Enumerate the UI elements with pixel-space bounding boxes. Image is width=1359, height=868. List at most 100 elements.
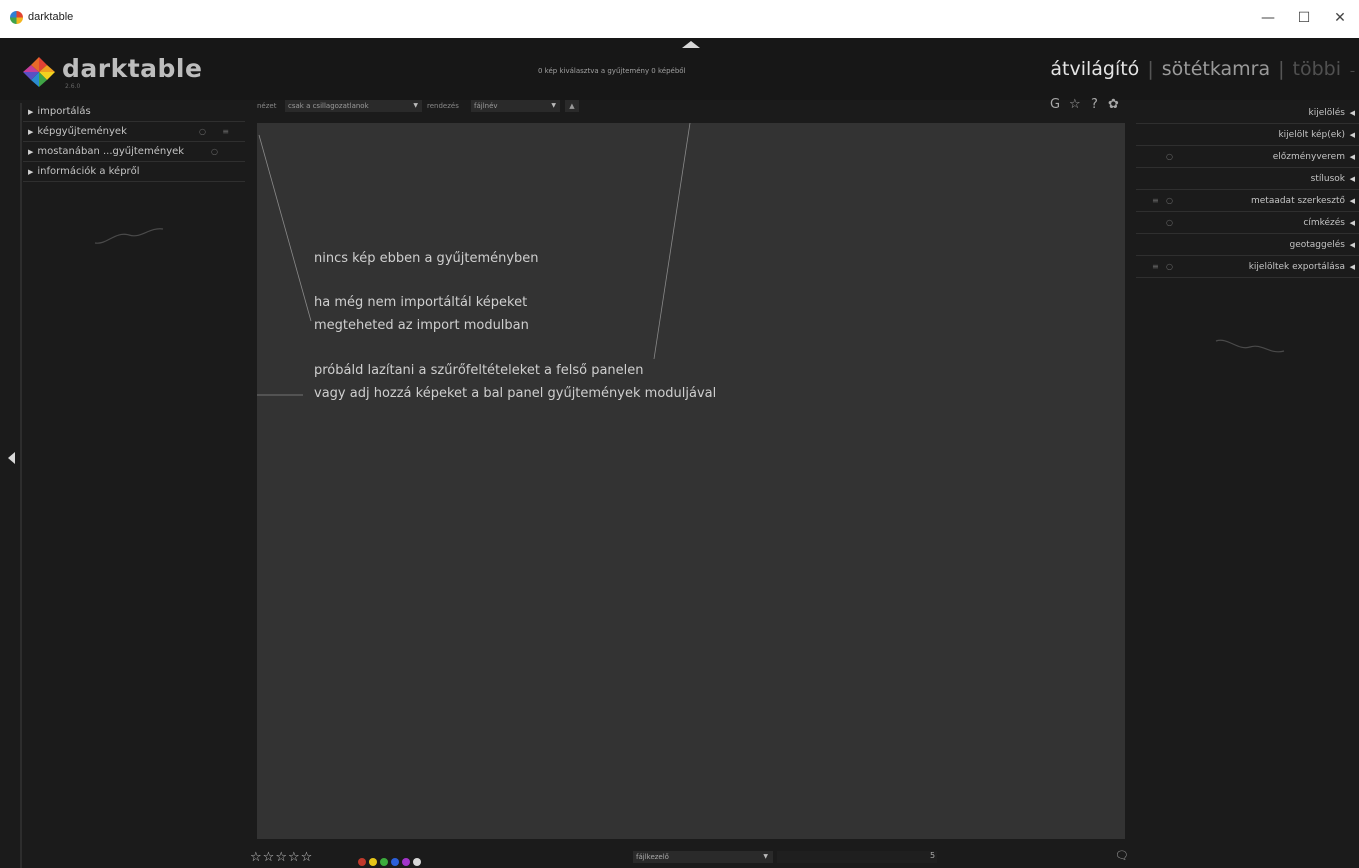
preferences-icon[interactable]: ✿ — [1108, 97, 1119, 112]
module-history-stack[interactable]: ○ előzményverem ◀ — [1136, 146, 1359, 168]
module-label: importálás — [37, 106, 91, 117]
sort-direction-button[interactable]: ▲ — [565, 100, 579, 112]
module-label: metaadat szerkesztő — [1250, 196, 1345, 206]
filter-toolbar: nézet csak a csillagozatlanok ▼ rendezés… — [255, 98, 1125, 116]
module-geotagging[interactable]: geotaggelés ◀ — [1136, 234, 1359, 256]
panel-end-flourish-icon — [1215, 339, 1285, 353]
color-label-dot[interactable] — [391, 858, 399, 866]
module-label: mostanában ...gyűjtemények — [37, 146, 185, 157]
presets-icon[interactable]: ≡ — [222, 122, 229, 142]
collection-count-label: 0 kép kiválasztva a gyűjtemény 0 képéből — [538, 67, 686, 75]
sort-combo[interactable]: fájlnév ▼ — [471, 100, 560, 112]
module-label: címkézés — [1303, 218, 1345, 228]
minimize-button[interactable]: — — [1250, 6, 1286, 30]
module-tagging[interactable]: ○ címkézés ◀ — [1136, 212, 1359, 234]
module-select[interactable]: kijelölés ◀ — [1136, 102, 1359, 124]
darktable-logo-icon — [23, 57, 55, 87]
module-export-selected[interactable]: ≡ ○ kijelöltek exportálása ◀ — [1136, 256, 1359, 278]
module-label: előzményverem — [1272, 152, 1345, 162]
view-darkroom[interactable]: sötétkamra — [1162, 58, 1270, 80]
expand-triangle-icon: ◀ — [1349, 241, 1355, 249]
color-label-dot[interactable] — [380, 858, 388, 866]
expand-triangle-icon: ◀ — [1349, 197, 1355, 205]
right-header-dash-icon[interactable]: – — [1350, 66, 1355, 77]
expand-triangle-icon: ▶ — [28, 128, 34, 136]
star-rating[interactable]: ☆☆☆☆☆ — [250, 850, 313, 865]
presets-icon[interactable]: ≡ — [1152, 256, 1159, 278]
star-icon[interactable]: ☆ — [301, 850, 314, 865]
lighttable-center: nincs kép ebben a gyűjteményben ha még n… — [257, 123, 1125, 839]
expand-triangle-icon: ▶ — [28, 108, 34, 116]
expand-triangle-icon: ▶ — [28, 148, 34, 156]
expand-triangle-icon: ◀ — [1349, 175, 1355, 183]
reset-icon[interactable]: ○ — [199, 122, 206, 142]
darktable-app-icon — [10, 11, 23, 24]
module-label: információk a képről — [37, 166, 140, 177]
bottom-toolbar: ☆☆☆☆☆ fájlkezelő ▼ 5 🗨 — [250, 846, 1130, 868]
layout-value: fájlkezelő — [636, 853, 669, 861]
panel-end-flourish-icon — [94, 228, 164, 244]
window-titlebar: darktable — ☐ ✕ — [0, 0, 1359, 38]
collapse-top-panel-icon[interactable] — [682, 41, 700, 48]
expand-triangle-icon: ◀ — [1349, 131, 1355, 139]
layout-combo[interactable]: fájlkezelő ▼ — [633, 851, 773, 863]
expand-triangle-icon: ◀ — [1349, 263, 1355, 271]
dropdown-arrow-icon: ▼ — [413, 102, 418, 109]
help-icon[interactable]: ? — [1091, 97, 1098, 112]
star-icon[interactable]: ☆ — [275, 850, 288, 865]
module-metadata-editor[interactable]: ≡ ○ metaadat szerkesztő ◀ — [1136, 190, 1359, 212]
reset-icon[interactable]: ○ — [1166, 256, 1173, 278]
module-recent-collections[interactable]: ▶ mostanában ...gyűjtemények ○ — [23, 142, 245, 162]
overlay-star-icon[interactable]: ☆ — [1069, 97, 1081, 112]
sort-label: rendezés — [427, 102, 459, 110]
maximize-button[interactable]: ☐ — [1286, 6, 1322, 30]
star-icon[interactable]: ☆ — [288, 850, 301, 865]
reset-icon[interactable]: ○ — [1166, 146, 1173, 168]
color-label-dot[interactable] — [358, 858, 366, 866]
filter-hint-line2: vagy adj hozzá képeket a bal panel gyűjt… — [314, 386, 717, 401]
sort-value: fájlnév — [474, 102, 498, 110]
color-label-dot[interactable] — [402, 858, 410, 866]
reset-icon[interactable]: ○ — [1166, 212, 1173, 234]
left-panel-edge — [20, 103, 22, 868]
module-collections[interactable]: ▶ képgyűjtemények ○ ≡ — [23, 122, 245, 142]
color-labels — [358, 851, 424, 868]
expand-triangle-icon: ◀ — [1349, 109, 1355, 117]
zoom-field[interactable] — [777, 851, 937, 863]
star-icon[interactable]: ☆ — [263, 850, 276, 865]
collapse-left-panel-icon[interactable] — [8, 452, 15, 464]
module-styles[interactable]: stílusok ◀ — [1136, 168, 1359, 190]
zoom-value[interactable]: 5 — [930, 851, 935, 860]
module-label: kijelölt kép(ek) — [1278, 130, 1345, 140]
module-label: kijelöltek exportálása — [1248, 262, 1345, 272]
module-image-information[interactable]: ▶ információk a képről — [23, 162, 245, 182]
filter-hint-line1: próbáld lazítani a szűrőfeltételeket a f… — [314, 363, 644, 378]
expand-triangle-icon: ◀ — [1349, 153, 1355, 161]
left-panel: ▶ importálás ▶ képgyűjtemények ○ ≡ ▶ mostan… — [23, 102, 245, 182]
import-hint-line1: ha még nem importáltál képeket — [314, 295, 528, 310]
filmstrip-toggle-icon[interactable]: 🗨 — [1115, 849, 1129, 862]
module-import[interactable]: ▶ importálás — [23, 102, 245, 122]
color-label-dot[interactable] — [369, 858, 377, 866]
dropdown-arrow-icon: ▼ — [551, 102, 556, 109]
reset-icon[interactable]: ○ — [1166, 190, 1173, 212]
view-filter-combo[interactable]: csak a csillagozatlanok ▼ — [285, 100, 422, 112]
empty-collection-message: nincs kép ebben a gyűjteményben — [314, 251, 539, 266]
module-label: geotaggelés — [1289, 240, 1346, 250]
grouping-icon[interactable]: G — [1050, 97, 1060, 112]
close-button[interactable]: ✕ — [1322, 6, 1358, 30]
reset-icon[interactable]: ○ — [211, 142, 218, 162]
view-separator: | — [1278, 58, 1285, 80]
color-label-dot[interactable] — [413, 858, 421, 866]
module-label: képgyűjtemények — [37, 126, 127, 137]
view-filter-value: csak a csillagozatlanok — [288, 102, 369, 110]
module-selected-images[interactable]: kijelölt kép(ek) ◀ — [1136, 124, 1359, 146]
view-lighttable[interactable]: átvilágító — [1050, 58, 1139, 80]
expand-triangle-icon: ◀ — [1349, 219, 1355, 227]
help-guide-lines — [257, 123, 691, 396]
star-icon[interactable]: ☆ — [250, 850, 263, 865]
version-label: 2.6.0 — [65, 83, 81, 90]
view-other[interactable]: többi — [1293, 58, 1341, 80]
module-label: stílusok — [1310, 174, 1345, 184]
presets-icon[interactable]: ≡ — [1152, 190, 1159, 212]
